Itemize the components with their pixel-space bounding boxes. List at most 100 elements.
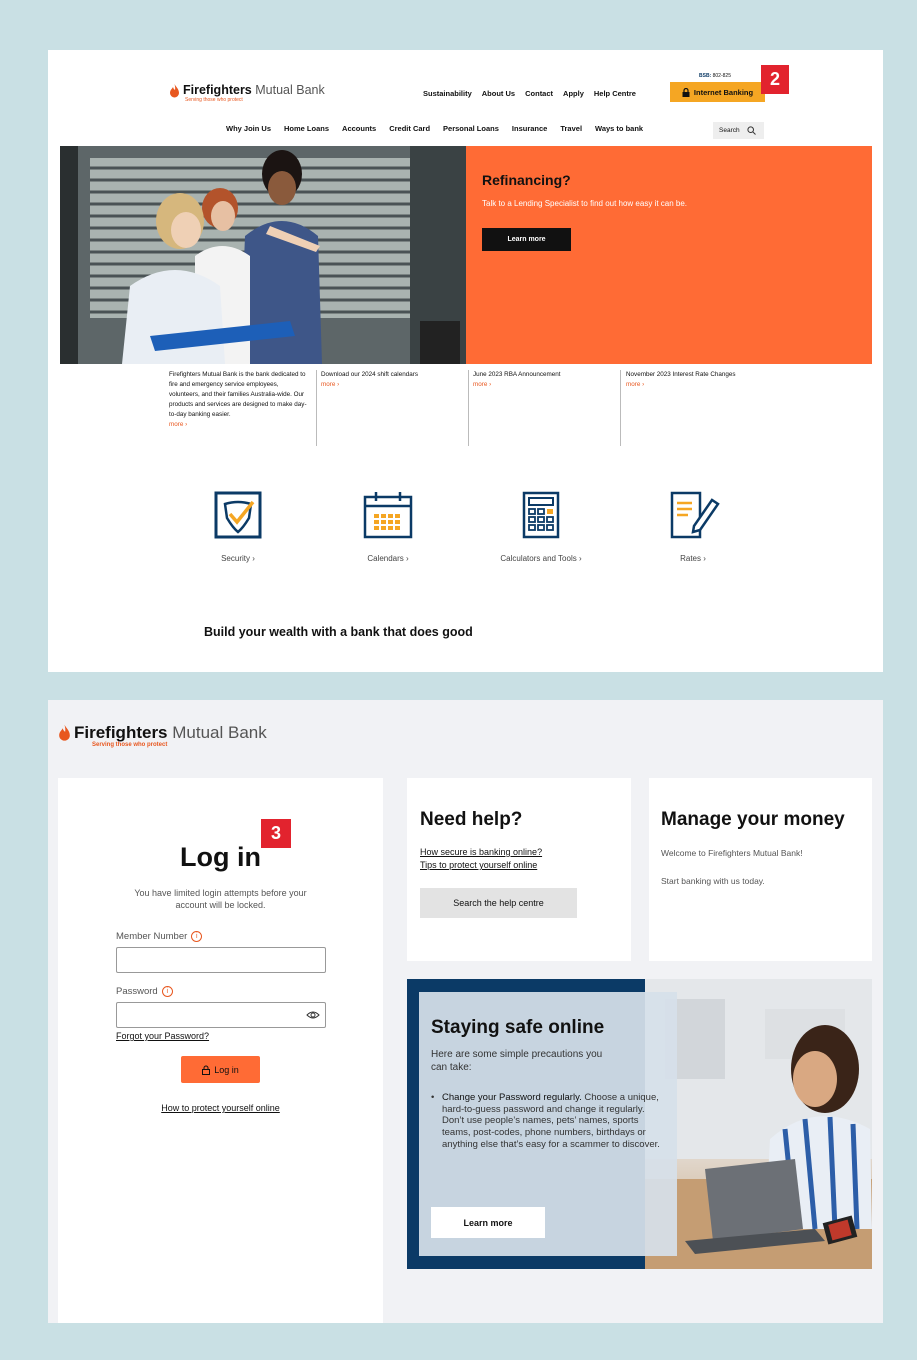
search-help-centre-button[interactable]: Search the help centre (420, 888, 577, 918)
shield-icon (214, 491, 262, 539)
manage-money-card: Manage your money Welcome to Firefighter… (649, 778, 872, 961)
info-icon[interactable]: i (161, 986, 173, 997)
login-title: Log in (180, 842, 261, 872)
photo-illustration (645, 979, 872, 1269)
news-text: Download our 2024 shift calendars (321, 371, 418, 378)
login-warning: You have limited login attempts before y… (134, 888, 307, 910)
safety-title: Staying safe online (431, 1017, 605, 1038)
news-text: November 2023 Interest Rate Changes (626, 371, 736, 378)
document-pen-icon (670, 491, 720, 539)
info-icon[interactable]: i (191, 931, 203, 942)
nav-sustainability[interactable]: Sustainability (423, 89, 472, 98)
login-page-screenshot: Firefighters Mutual Bank Serving those w… (48, 700, 883, 1323)
tool-label: Security › (221, 554, 255, 563)
help-title: Need help? (420, 809, 523, 830)
tool-calculators[interactable]: Calculators and Tools › (486, 490, 596, 563)
flame-icon (59, 724, 70, 741)
nav-personal-loans[interactable]: Personal Loans (443, 124, 499, 133)
member-number-label: Member Number i (116, 931, 203, 942)
internet-banking-label: Internet Banking (693, 87, 754, 97)
news-item: June 2023 RBA Announcement more › (473, 370, 613, 390)
brand-tagline: Serving those who protect (185, 97, 243, 103)
step-badge-2: 2 (761, 65, 789, 94)
manage-money-title: Manage your money (661, 809, 845, 830)
nav-travel[interactable]: Travel (560, 124, 582, 133)
brand-logo[interactable]: Firefighters Mutual Bank Serving those w… (58, 723, 267, 748)
nav-apply[interactable]: Apply (563, 89, 584, 98)
safety-tip: • Change your Password regularly. Choose… (431, 1092, 663, 1151)
news-more-link[interactable]: more › (169, 420, 309, 430)
tool-label: Calculators and Tools › (500, 554, 582, 563)
nav-why-join-us[interactable]: Why Join Us (226, 124, 271, 133)
news-more-link[interactable]: more › (626, 380, 776, 390)
nav-accounts[interactable]: Accounts (342, 124, 376, 133)
forgot-password-link[interactable]: Forgot your Password? (116, 1031, 209, 1041)
main-nav: Why Join Us Home Loans Accounts Credit C… (226, 124, 643, 133)
start-banking-text: Start banking with us today. (661, 876, 765, 886)
nav-about-us[interactable]: About Us (482, 89, 515, 98)
news-text: June 2023 RBA Announcement (473, 371, 561, 378)
safety-intro: Here are some simple precautions you can… (431, 1049, 603, 1073)
flame-icon (170, 84, 179, 98)
brand-name: Firefighters Mutual Bank (183, 83, 325, 97)
section-heading: Build your wealth with a bank that does … (204, 625, 473, 639)
nav-help-centre[interactable]: Help Centre (594, 89, 636, 98)
search-icon (747, 126, 756, 135)
news-divider (620, 370, 621, 446)
nav-insurance[interactable]: Insurance (512, 124, 547, 133)
login-button-label: Log in (214, 1064, 239, 1075)
nav-ways-to-bank[interactable]: Ways to bank (595, 124, 643, 133)
tip-title: Change your Password regularly. (442, 1092, 582, 1103)
safety-content-box: Staying safe online Here are some simple… (419, 992, 677, 1256)
tool-label: Rates › (680, 554, 706, 563)
tool-security[interactable]: Security › (198, 490, 278, 563)
bsb-number: BSB: 802-825 (699, 73, 731, 79)
internet-banking-button[interactable]: Internet Banking (670, 82, 765, 102)
nav-contact[interactable]: Contact (525, 89, 553, 98)
secure-banking-link[interactable]: How secure is banking online? (420, 847, 542, 857)
news-item: Download our 2024 shift calendars more › (321, 370, 461, 390)
hero-text: Talk to a Lending Specialist to find out… (482, 199, 688, 208)
news-more-link[interactable]: more › (473, 380, 613, 390)
brand-tagline: Serving those who protect (92, 742, 168, 748)
step-badge-3: 3 (261, 819, 291, 848)
tool-rates[interactable]: Rates › (653, 490, 733, 563)
homepage-screenshot: Firefighters Mutual Bank Serving those w… (48, 50, 883, 672)
help-card: Need help? How secure is banking online?… (407, 778, 631, 961)
password-label: Password i (116, 986, 173, 997)
welcome-text: Welcome to Firefighters Mutual Bank! (661, 848, 803, 858)
woman-laptop-photo (645, 979, 872, 1269)
brand-name: Firefighters Mutual Bank (74, 723, 267, 742)
top-nav: Sustainability About Us Contact Apply He… (423, 89, 636, 98)
news-divider (468, 370, 469, 446)
eye-icon[interactable] (306, 1010, 320, 1020)
news-divider (316, 370, 317, 446)
protect-tips-link[interactable]: Tips to protect yourself online (420, 860, 537, 870)
tool-calendars[interactable]: Calendars › (348, 490, 428, 563)
hero-photo (60, 146, 466, 364)
hero-photo-illustration (60, 146, 466, 364)
news-more-link[interactable]: more › (321, 380, 461, 390)
search-box[interactable]: Search (713, 122, 764, 139)
hero-learn-more-button[interactable]: Learn more (482, 228, 571, 251)
calculator-icon (522, 491, 560, 539)
nav-credit-card[interactable]: Credit Card (389, 124, 430, 133)
protect-yourself-link[interactable]: How to protect yourself online (58, 1103, 383, 1113)
news-item: November 2023 Interest Rate Changes more… (626, 370, 776, 390)
news-item: Firefighters Mutual Bank is the bank ded… (169, 370, 309, 430)
safety-learn-more-button[interactable]: Learn more (431, 1207, 545, 1238)
login-button[interactable]: Log in (181, 1056, 260, 1083)
bullet-icon: • (431, 1092, 435, 1103)
login-card: Log in 3 You have limited login attempts… (58, 778, 383, 1323)
hero-promo: Refinancing? Talk to a Lending Specialis… (466, 146, 872, 364)
lock-icon (202, 1065, 211, 1075)
member-number-input[interactable] (116, 947, 326, 973)
brand-logo[interactable]: Firefighters Mutual Bank Serving those w… (169, 83, 325, 103)
nav-home-loans[interactable]: Home Loans (284, 124, 329, 133)
safety-banner: Staying safe online Here are some simple… (407, 979, 872, 1269)
tool-label: Calendars › (367, 554, 409, 563)
hero-title: Refinancing? (482, 172, 571, 188)
calendar-icon (363, 492, 413, 539)
lock-icon (682, 87, 690, 97)
password-input[interactable] (116, 1002, 326, 1028)
